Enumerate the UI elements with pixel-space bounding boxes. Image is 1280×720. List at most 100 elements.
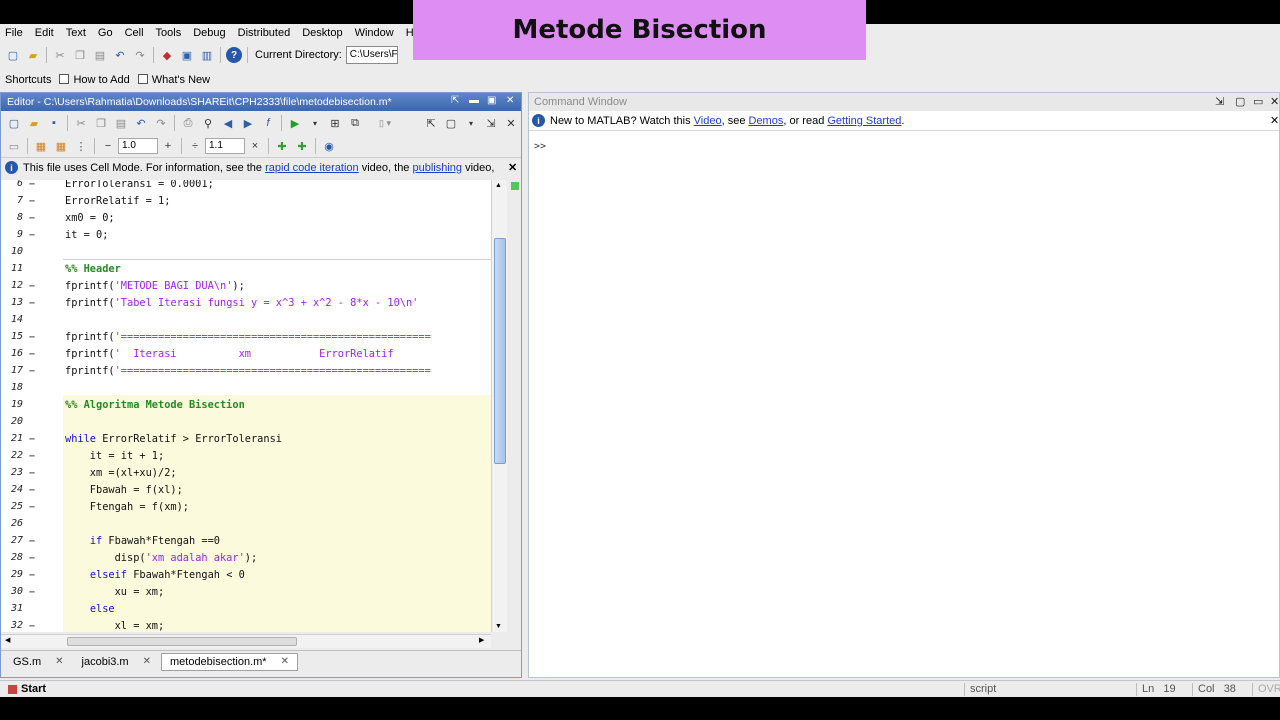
cell-mode-icon[interactable]: ▭ — [6, 138, 22, 154]
menu-desktop[interactable]: Desktop — [302, 27, 342, 39]
breakpoint-marker[interactable]: − — [23, 450, 41, 462]
getting-started-link[interactable]: Getting Started — [827, 115, 901, 127]
publishing-link[interactable]: publishing — [413, 162, 463, 174]
minimize-icon[interactable]: ▭ — [1253, 95, 1263, 108]
window-dropdown-icon[interactable]: ▾ — [463, 115, 479, 131]
close-icon[interactable]: ✕ — [281, 656, 289, 667]
breakpoint-marker[interactable]: − — [23, 501, 41, 513]
copy-icon[interactable]: ❐ — [93, 115, 109, 131]
scroll-left-icon[interactable]: ◀ — [5, 636, 10, 644]
undock-icon[interactable]: ⇲ — [1215, 95, 1224, 108]
breakpoint-marker[interactable]: − — [23, 620, 41, 632]
close-icon[interactable]: ✕ — [55, 656, 63, 667]
undo-icon[interactable]: ↶ — [112, 47, 128, 63]
run-dropdown-icon[interactable]: ▾ — [307, 115, 323, 131]
copy-icon[interactable]: ❐ — [72, 47, 88, 63]
code-line[interactable]: 18 — [1, 379, 491, 396]
command-prompt[interactable]: >> — [534, 141, 546, 152]
code-line[interactable]: 13− fprintf('Tabel Iterasi fungsi y = x^3… — [1, 294, 491, 311]
menu-text[interactable]: Text — [66, 27, 86, 39]
code-line[interactable]: 26 — [1, 515, 491, 532]
profiler-icon[interactable]: ▥ — [199, 47, 215, 63]
breakpoint-marker[interactable]: − — [23, 180, 41, 190]
vertical-scroll-thumb[interactable] — [494, 238, 506, 464]
current-directory-input[interactable]: C:\Users\F — [345, 46, 398, 64]
minus-icon[interactable]: − — [100, 138, 116, 154]
close-icon[interactable]: ✕ — [506, 95, 514, 106]
breakpoint-marker[interactable]: − — [23, 552, 41, 564]
menu-go[interactable]: Go — [98, 27, 113, 39]
minimize-icon[interactable]: ▬ — [469, 95, 479, 106]
find-icon[interactable]: ⚲ — [200, 115, 216, 131]
tab-jacobi3[interactable]: jacobi3.m ✕ — [74, 654, 159, 670]
menu-window[interactable]: Window — [355, 27, 394, 39]
redo-icon[interactable]: ↷ — [153, 115, 169, 131]
undo-icon[interactable]: ↶ — [133, 115, 149, 131]
close-icon[interactable]: ✕ — [1270, 114, 1279, 127]
stack-dropdown-icon[interactable]: ▯ ▾ — [367, 115, 403, 131]
breakpoint-marker[interactable]: − — [23, 280, 41, 292]
multiply-icon[interactable]: × — [247, 138, 263, 154]
horizontal-scroll-thumb[interactable] — [67, 637, 297, 646]
print-icon[interactable]: ⎙ — [180, 115, 196, 131]
undock-icon[interactable]: ⇱ — [451, 95, 459, 106]
breakpoint-marker[interactable]: − — [23, 229, 41, 241]
plus-icon[interactable]: + — [160, 138, 176, 154]
code-line[interactable]: 15− fprintf('============================… — [1, 328, 491, 345]
simulink-icon[interactable]: ◆ — [159, 47, 175, 63]
tab-gs[interactable]: GS.m ✕ — [5, 654, 72, 670]
code-line[interactable]: 14 — [1, 311, 491, 328]
breakpoint-marker[interactable]: − — [23, 467, 41, 479]
code-line[interactable]: 25− Ftengah = f(xm); — [1, 498, 491, 515]
code-line[interactable]: 22− it = it + 1; — [1, 447, 491, 464]
code-editor[interactable]: 6− ErrorToleransi = 0.0001; 7− ErrorRelatif… — [1, 180, 491, 632]
save-icon[interactable]: ▪ — [46, 115, 62, 131]
tab-metodebisection[interactable]: metodebisection.m* ✕ — [160, 652, 298, 671]
command-window[interactable]: Command Window ⇲ ▢ ▭ ✕ i New to MATLAB? … — [528, 92, 1280, 678]
menu-debug[interactable]: Debug — [193, 27, 225, 39]
demos-link[interactable]: Demos — [749, 115, 784, 127]
menu-edit[interactable]: Edit — [35, 27, 54, 39]
code-line[interactable]: 24− Fbawah = f(xl); — [1, 481, 491, 498]
close-icon[interactable]: ✕ — [1270, 95, 1279, 108]
code-line[interactable]: 28− disp('xm adalah akar'); — [1, 549, 491, 566]
code-line[interactable]: 10 — [1, 243, 491, 260]
code-line[interactable]: 19 %% Algoritma Metode Bisection — [1, 396, 491, 413]
breakpoint-marker[interactable]: − — [23, 297, 41, 309]
vertical-scrollbar[interactable]: ▲ ▼ — [491, 180, 507, 632]
cell-step-input[interactable]: 1.0 — [118, 138, 158, 154]
breakpoint-marker[interactable]: − — [23, 348, 41, 360]
code-line[interactable]: 16− fprintf(' Iterasi xm ErrorRelatif — [1, 345, 491, 362]
code-line[interactable]: 7− ErrorRelatif = 1; — [1, 192, 491, 209]
back-icon[interactable]: ◀ — [220, 115, 236, 131]
cut-icon[interactable]: ✂ — [73, 115, 89, 131]
code-line[interactable]: 27− if Fbawah*Ftengah ==0 — [1, 532, 491, 549]
new-file-icon[interactable]: ▢ — [6, 115, 22, 131]
start-button[interactable]: Start — [3, 682, 51, 696]
breakpoint-marker[interactable]: − — [23, 569, 41, 581]
maximize-icon[interactable]: ▢ — [1235, 95, 1245, 108]
code-line[interactable]: 20 — [1, 413, 491, 430]
paste-icon[interactable]: ▤ — [92, 47, 108, 63]
function-icon[interactable]: f — [260, 115, 276, 131]
open-folder-icon[interactable]: ▰ — [26, 115, 42, 131]
horizontal-scrollbar[interactable]: ◀ ▶ — [1, 634, 491, 648]
code-line[interactable]: 29− elseif Fbawah*Ftengah < 0 — [1, 566, 491, 583]
cell-info-icon[interactable]: ◉ — [321, 138, 337, 154]
breakpoint-icon[interactable]: ⊞ — [327, 115, 343, 131]
scroll-right-icon[interactable]: ▶ — [479, 636, 484, 644]
maximize-icon[interactable]: ▣ — [487, 95, 496, 106]
cell-scale-input[interactable]: 1.1 — [205, 138, 245, 154]
paste-icon[interactable]: ▤ — [113, 115, 129, 131]
how-to-add-shortcut[interactable]: How to Add — [59, 74, 130, 86]
eval-cell-advance-icon[interactable]: ▦ — [53, 138, 69, 154]
run-icon[interactable]: ▶ — [287, 115, 303, 131]
cut-icon[interactable]: ✂ — [52, 47, 68, 63]
dock-icon[interactable]: ⇲ — [483, 115, 499, 131]
rapid-code-iteration-link[interactable]: rapid code iteration — [265, 162, 359, 174]
code-line[interactable]: 6− ErrorToleransi = 0.0001; — [1, 180, 491, 192]
code-line[interactable]: 31 else — [1, 600, 491, 617]
breakpoint-marker[interactable]: − — [23, 484, 41, 496]
code-line[interactable]: 9− it = 0; — [1, 226, 491, 243]
breakpoint-marker[interactable]: − — [23, 195, 41, 207]
